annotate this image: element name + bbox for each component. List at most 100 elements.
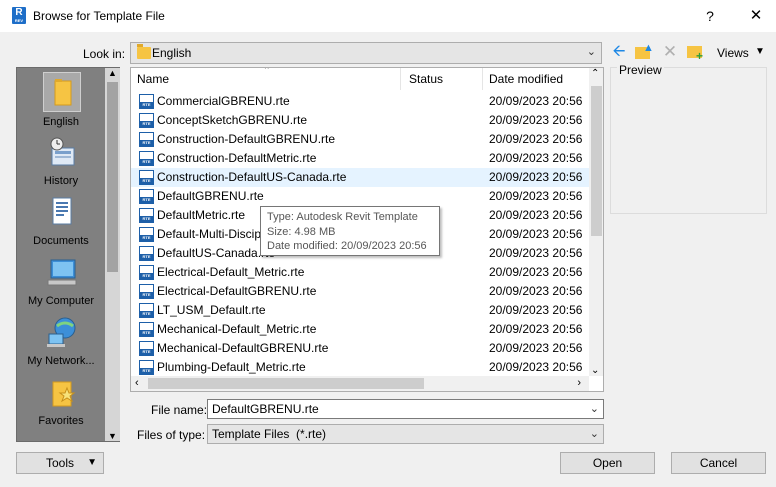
file-type-value: Template Files (*.rte) (212, 427, 327, 441)
place-my-network-label: My Network... (27, 355, 95, 367)
cancel-label: Cancel (699, 456, 738, 470)
file-row[interactable]: Plumbing-Default_Metric.rte 20/09/2023 2… (131, 358, 589, 377)
places-bar: English History Documents My Computer My… (16, 67, 120, 442)
network-icon (43, 314, 81, 354)
file-date: 20/09/2023 20:56 (489, 189, 583, 203)
file-type-dropdown[interactable]: Template Files (*.rte) ⌄ (207, 424, 604, 444)
documents-icon (43, 194, 81, 234)
place-my-computer[interactable]: My Computer (17, 252, 105, 310)
up-one-level-icon[interactable]: ▲ (634, 43, 654, 61)
tools-button[interactable]: Tools ▼ (16, 452, 104, 474)
file-row[interactable]: LT_USM_Default.rte 20/09/2023 20:56 (131, 301, 589, 320)
rte-file-icon (139, 360, 154, 375)
views-dropdown-arrow-icon[interactable]: ▼ (755, 46, 765, 57)
file-row[interactable]: Mechanical-Default_Metric.rte 20/09/2023… (131, 320, 589, 339)
delete-icon[interactable]: ✕ (661, 43, 679, 61)
column-date-label: Date modified (489, 72, 564, 86)
file-date: 20/09/2023 20:56 (489, 360, 583, 374)
places-scrollbar[interactable]: ▲ ▼ (105, 68, 120, 441)
column-header-date-modified[interactable]: Date modified (483, 68, 589, 90)
new-folder-icon[interactable]: + (686, 43, 704, 62)
file-name: ConceptSketchGBRENU.rte (157, 113, 308, 127)
views-button[interactable]: Views (717, 46, 749, 60)
file-name: Construction-DefaultUS-Canada.rte (157, 170, 347, 184)
look-in-dropdown[interactable]: English ⌄ (130, 42, 602, 64)
file-name-label: File name: (151, 403, 208, 417)
chevron-down-icon: ⌄ (589, 428, 599, 440)
place-documents-label: Documents (33, 235, 89, 247)
place-favorites-label: Favorites (38, 415, 84, 427)
file-name: Plumbing-Default_Metric.rte (157, 360, 306, 374)
views-label: Views (717, 46, 749, 60)
scroll-up-icon[interactable]: ⌃ (591, 68, 599, 79)
file-row[interactable]: ConceptSketchGBRENU.rte 20/09/2023 20:56 (131, 111, 589, 130)
file-date: 20/09/2023 20:56 (489, 132, 583, 146)
dropdown-arrow-icon: ▼ (87, 457, 97, 468)
tools-label: Tools (45, 456, 74, 470)
column-status-label: Status (409, 72, 444, 86)
horizontal-scroll-thumb[interactable] (148, 378, 424, 389)
file-date: 20/09/2023 20:56 (489, 151, 583, 165)
file-row-hovered[interactable]: Construction-DefaultUS-Canada.rte 20/09/… (131, 168, 589, 187)
chevron-down-icon: ⌄ (586, 46, 596, 58)
file-name: DefaultMetric.rte (157, 208, 246, 222)
file-row[interactable]: Electrical-Default_Metric.rte 20/09/2023… (131, 263, 589, 282)
place-favorites[interactable]: Favorites (17, 372, 105, 430)
file-row[interactable]: Construction-DefaultMetric.rte 20/09/202… (131, 149, 589, 168)
scroll-down-icon[interactable]: ▼ (108, 431, 117, 441)
look-in-label: Look in: (83, 47, 126, 61)
file-name: Electrical-Default_Metric.rte (157, 265, 305, 279)
file-list-vertical-scrollbar[interactable]: ⌃ ⌄ (589, 68, 603, 376)
scroll-down-icon[interactable]: ⌄ (591, 365, 599, 376)
place-my-network[interactable]: My Network... (17, 312, 105, 370)
file-row[interactable]: Construction-DefaultGBRENU.rte 20/09/202… (131, 130, 589, 149)
places-scroll-thumb[interactable] (107, 82, 118, 272)
vertical-scroll-thumb[interactable] (591, 86, 602, 236)
folder-icon (43, 72, 81, 112)
app-icon-sub: REV (14, 18, 24, 23)
back-arrow-icon[interactable]: 🡨 (610, 43, 628, 61)
file-row[interactable]: DefaultGBRENU.rte 20/09/2023 20:56 (131, 187, 589, 206)
file-name: DefaultGBRENU.rte (157, 189, 264, 203)
tooltip-type: Type: Autodesk Revit Template (267, 211, 418, 223)
rte-file-icon (139, 113, 154, 128)
file-row[interactable]: CommercialGBRENU.rte 20/09/2023 20:56 (131, 92, 589, 111)
file-date: 20/09/2023 20:56 (489, 284, 583, 298)
look-in-value: English (152, 46, 192, 60)
rte-file-icon (139, 208, 154, 223)
help-button[interactable]: ? (700, 6, 720, 26)
file-name: Default-Multi-Discip (157, 227, 262, 241)
file-list-horizontal-scrollbar[interactable]: ‹ › (131, 376, 589, 391)
place-english[interactable]: English (17, 70, 105, 130)
history-icon (43, 134, 81, 174)
cancel-button[interactable]: Cancel (671, 452, 766, 474)
open-label: Open (592, 456, 623, 470)
file-name: Construction-DefaultGBRENU.rte (157, 132, 336, 146)
file-row[interactable]: Mechanical-DefaultGBRENU.rte 20/09/2023 … (131, 339, 589, 358)
place-history-label: History (43, 175, 79, 187)
scroll-up-icon[interactable]: ▲ (108, 68, 117, 78)
place-documents[interactable]: Documents (17, 192, 105, 250)
file-row[interactable]: Electrical-DefaultGBRENU.rte 20/09/2023 … (131, 282, 589, 301)
file-name: Mechanical-Default_Metric.rte (157, 322, 317, 336)
scroll-left-icon[interactable]: ‹ (135, 377, 139, 389)
column-header-status[interactable]: Status (403, 68, 483, 90)
file-info-tooltip: Type: Autodesk Revit Template Size: 4.98… (260, 206, 440, 256)
file-name: CommercialGBRENU.rte (157, 94, 290, 108)
file-name-input[interactable]: DefaultGBRENU.rte ⌄ (207, 399, 604, 419)
rte-file-icon (139, 151, 154, 166)
place-english-label: English (42, 116, 80, 128)
file-date: 20/09/2023 20:56 (489, 341, 583, 355)
rte-file-icon (139, 322, 154, 337)
file-date: 20/09/2023 20:56 (489, 303, 583, 317)
rte-file-icon (139, 189, 154, 204)
close-button[interactable]: ✕ (744, 5, 768, 27)
open-button[interactable]: Open (560, 452, 655, 474)
file-date: 20/09/2023 20:56 (489, 208, 583, 222)
sort-ascending-icon: ⌃ (263, 67, 271, 75)
place-history[interactable]: History (17, 132, 105, 190)
file-date: 20/09/2023 20:56 (489, 246, 583, 260)
scroll-right-icon[interactable]: › (577, 377, 581, 389)
chevron-down-icon[interactable]: ⌄ (590, 402, 599, 415)
file-date: 20/09/2023 20:56 (489, 227, 583, 241)
